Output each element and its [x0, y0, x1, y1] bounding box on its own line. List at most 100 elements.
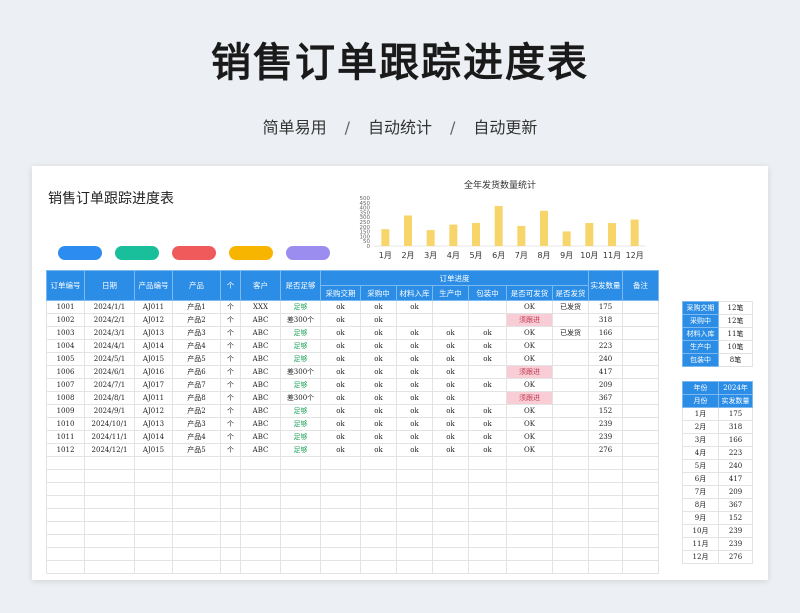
table-cell[interactable] [46, 534, 85, 548]
table-cell[interactable] [46, 482, 85, 496]
table-cell[interactable] [506, 508, 553, 522]
table-cell[interactable]: ok [360, 352, 397, 366]
table-cell[interactable] [134, 456, 173, 470]
table-cell[interactable] [240, 456, 281, 470]
table-cell[interactable] [506, 495, 553, 509]
table-cell[interactable] [320, 469, 361, 483]
table-cell[interactable]: ok [396, 326, 433, 340]
table-cell[interactable]: ok [360, 300, 397, 314]
table-cell[interactable]: ok [320, 300, 361, 314]
table-cell[interactable] [432, 508, 469, 522]
table-cell[interactable]: 产品5 [172, 443, 221, 457]
table-cell[interactable]: 1008 [46, 391, 85, 405]
table-cell[interactable] [468, 365, 507, 379]
table-cell[interactable] [432, 300, 469, 314]
table-cell[interactable]: 差300个 [280, 391, 321, 405]
table-cell[interactable] [468, 521, 507, 535]
table-cell[interactable]: 足够 [280, 417, 321, 431]
table-cell[interactable] [506, 560, 553, 574]
table-cell[interactable]: 2024/6/1 [84, 365, 135, 379]
table-cell[interactable] [396, 313, 433, 327]
table-cell[interactable]: ABC [240, 352, 281, 366]
table-cell[interactable] [240, 469, 281, 483]
table-cell[interactable] [432, 521, 469, 535]
table-cell[interactable] [134, 547, 173, 561]
table-cell[interactable]: 2024/5/1 [84, 352, 135, 366]
table-cell[interactable]: ok [432, 443, 469, 457]
table-cell[interactable] [320, 521, 361, 535]
table-cell[interactable] [280, 547, 321, 561]
table-cell[interactable] [84, 469, 135, 483]
table-cell[interactable] [468, 560, 507, 574]
table-cell[interactable]: 1007 [46, 378, 85, 392]
table-cell[interactable]: 239 [588, 417, 623, 431]
table-cell[interactable]: ABC [240, 339, 281, 353]
table-cell[interactable]: ok [396, 417, 433, 431]
table-cell[interactable]: ok [360, 417, 397, 431]
table-cell[interactable]: OK [506, 378, 553, 392]
table-cell[interactable] [280, 495, 321, 509]
table-cell[interactable]: 足够 [280, 378, 321, 392]
table-cell[interactable]: 须跟进 [506, 391, 553, 405]
table-cell[interactable] [468, 508, 507, 522]
table-cell[interactable] [360, 534, 397, 548]
table-cell[interactable]: 367 [588, 391, 623, 405]
table-cell[interactable] [134, 482, 173, 496]
table-cell[interactable]: 个 [220, 313, 241, 327]
table-cell[interactable] [360, 547, 397, 561]
table-cell[interactable]: ok [360, 326, 397, 340]
table-cell[interactable] [552, 456, 589, 470]
table-cell[interactable] [220, 508, 241, 522]
table-cell[interactable]: ok [468, 339, 507, 353]
table-cell[interactable]: 产品4 [172, 430, 221, 444]
table-cell[interactable]: 2024/1/1 [84, 300, 135, 314]
table-cell[interactable] [622, 469, 659, 483]
table-cell[interactable]: 已发货 [552, 326, 589, 340]
table-cell[interactable]: ok [468, 378, 507, 392]
table-cell[interactable] [46, 560, 85, 574]
table-cell[interactable] [622, 404, 659, 418]
table-cell[interactable] [432, 456, 469, 470]
table-cell[interactable]: ok [320, 365, 361, 379]
table-cell[interactable] [280, 508, 321, 522]
table-cell[interactable] [360, 495, 397, 509]
table-cell[interactable] [468, 469, 507, 483]
table-cell[interactable] [506, 469, 553, 483]
pill-red[interactable] [172, 246, 216, 260]
table-cell[interactable]: ok [320, 391, 361, 405]
table-cell[interactable]: ABC [240, 326, 281, 340]
table-cell[interactable]: ABC [240, 391, 281, 405]
table-cell[interactable]: ok [360, 339, 397, 353]
table-cell[interactable] [588, 508, 623, 522]
table-cell[interactable]: ok [320, 339, 361, 353]
table-cell[interactable] [320, 508, 361, 522]
table-cell[interactable] [396, 534, 433, 548]
table-cell[interactable]: ok [320, 443, 361, 457]
table-cell[interactable] [396, 560, 433, 574]
table-cell[interactable]: ok [432, 352, 469, 366]
table-cell[interactable]: XXX [240, 300, 281, 314]
table-cell[interactable]: 223 [588, 339, 623, 353]
table-cell[interactable]: AJ015 [134, 352, 173, 366]
table-cell[interactable] [84, 534, 135, 548]
pill-yellow[interactable] [229, 246, 273, 260]
table-cell[interactable]: ok [468, 326, 507, 340]
table-cell[interactable] [220, 534, 241, 548]
table-cell[interactable]: 足够 [280, 300, 321, 314]
table-cell[interactable]: AJ012 [134, 313, 173, 327]
table-cell[interactable]: 产品6 [172, 365, 221, 379]
table-cell[interactable]: 2024/11/1 [84, 430, 135, 444]
table-cell[interactable] [172, 495, 221, 509]
table-cell[interactable]: 足够 [280, 443, 321, 457]
table-cell[interactable]: 足够 [280, 339, 321, 353]
table-cell[interactable]: 175 [588, 300, 623, 314]
table-cell[interactable] [588, 456, 623, 470]
table-cell[interactable] [622, 352, 659, 366]
table-cell[interactable]: ABC [240, 378, 281, 392]
table-cell[interactable] [84, 508, 135, 522]
table-cell[interactable] [468, 300, 507, 314]
table-cell[interactable] [622, 521, 659, 535]
table-cell[interactable]: ok [396, 404, 433, 418]
table-cell[interactable]: 足够 [280, 430, 321, 444]
table-cell[interactable] [552, 508, 589, 522]
